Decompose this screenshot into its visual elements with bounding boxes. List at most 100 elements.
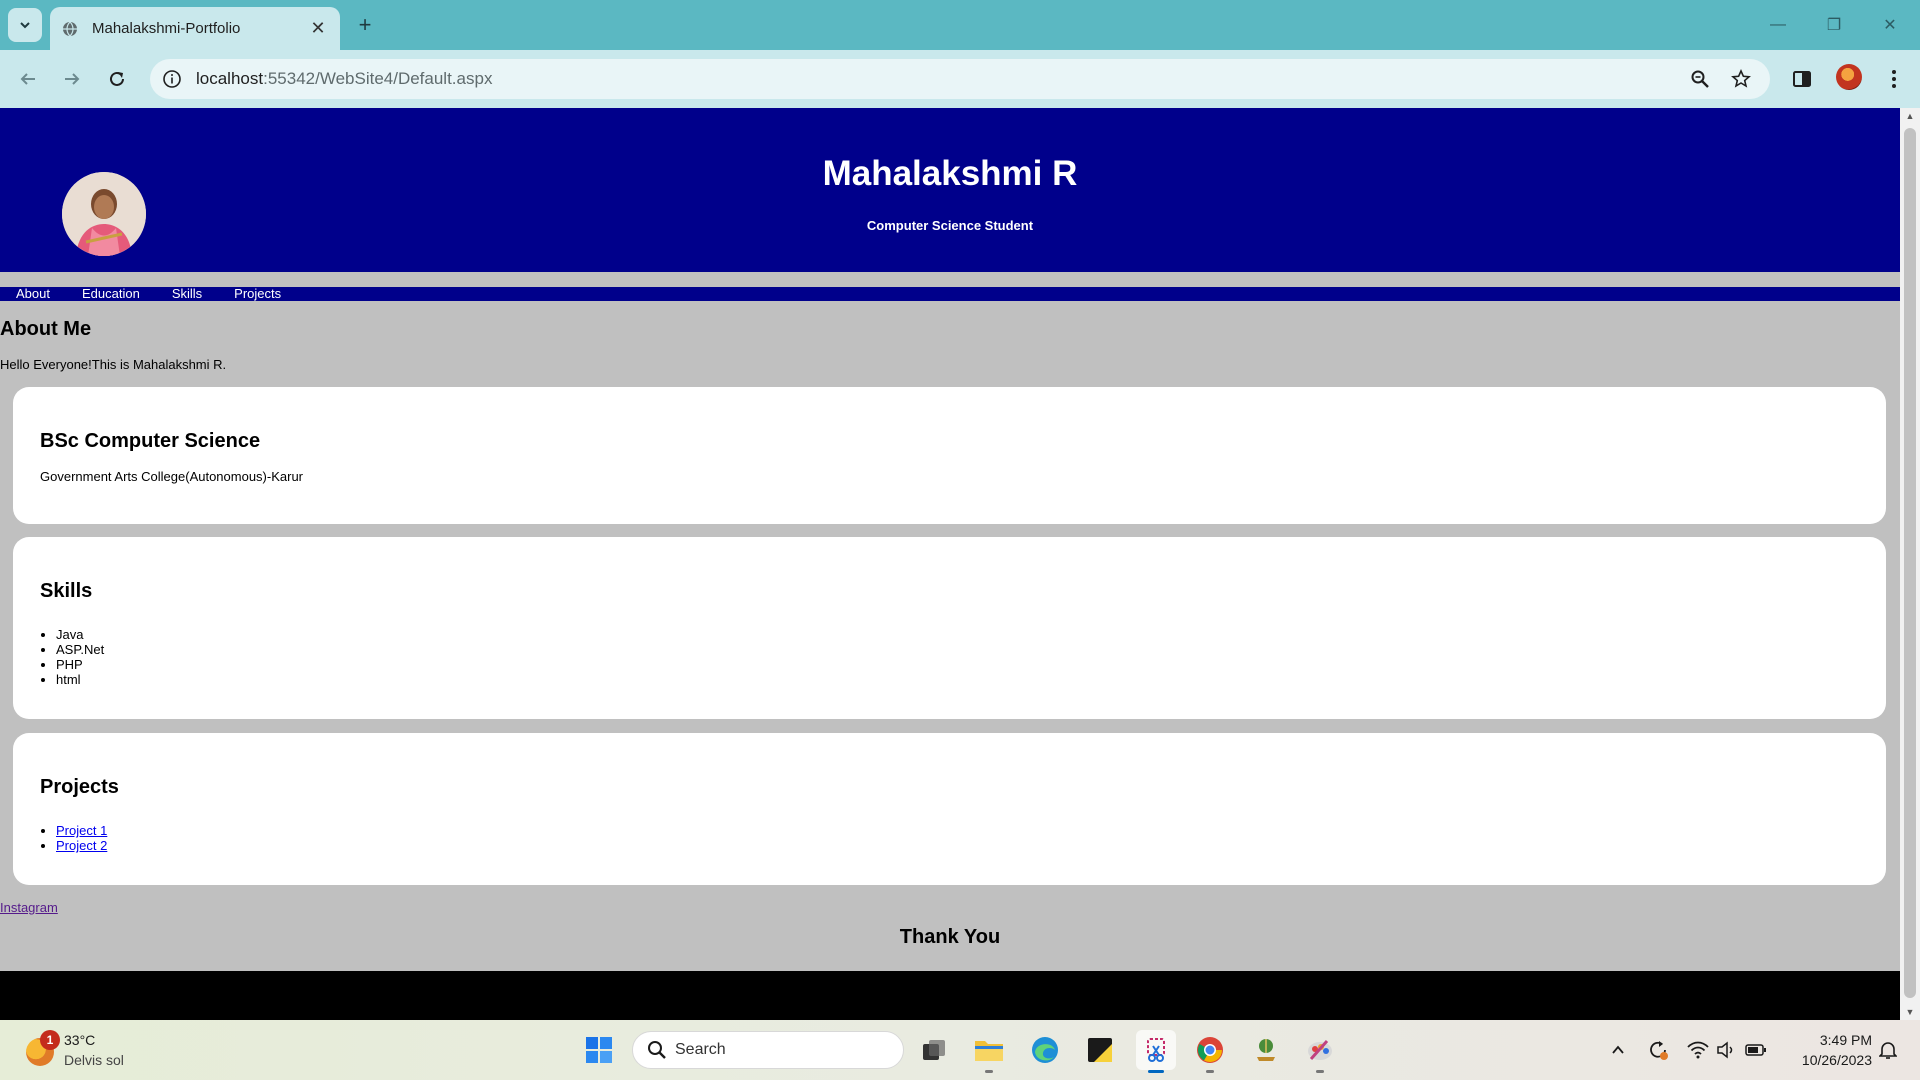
site-footer	[0, 971, 1900, 1020]
menu-icon[interactable]	[1878, 63, 1910, 95]
task-view-icon	[923, 1040, 945, 1060]
emblem-icon	[1257, 1039, 1275, 1061]
snipping-tool-icon	[1147, 1038, 1165, 1062]
taskbar-file-explorer[interactable]	[969, 1030, 1009, 1073]
globe-icon	[62, 21, 78, 37]
profile-avatar[interactable]	[1836, 64, 1862, 90]
list-item: Java	[56, 627, 104, 642]
education-heading: BSc Computer Science	[40, 430, 261, 452]
notification-badge: 1	[40, 1030, 60, 1050]
running-indicator	[1206, 1070, 1214, 1073]
about-heading: About Me	[0, 318, 92, 340]
search-label: Search	[675, 1041, 726, 1058]
about-text: Hello Everyone!This is Mahalakshmi R.	[0, 357, 227, 372]
url-text: localhost:55342/WebSite4/Default.aspx	[196, 69, 492, 89]
url-host: localhost	[196, 69, 264, 88]
url-path: :55342/WebSite4/Default.aspx	[263, 69, 493, 88]
running-indicator	[985, 1070, 993, 1073]
tab-strip: Mahalakshmi-Portfolio ✕ + — ❐ ✕	[0, 0, 1920, 50]
nav-link-projects[interactable]: Projects	[218, 287, 297, 301]
skills-list: Java ASP.Net PHP html	[56, 627, 104, 687]
project-1-link[interactable]: Project 1	[56, 823, 107, 838]
taskbar-sticky-notes[interactable]	[1080, 1030, 1120, 1070]
scroll-down-icon[interactable]: ▼	[1900, 1004, 1920, 1020]
projects-heading: Projects	[40, 776, 119, 798]
side-panel-icon[interactable]	[1786, 63, 1818, 95]
windows-icon	[586, 1037, 612, 1063]
zoom-icon[interactable]	[1688, 67, 1712, 91]
list-item: Project 1	[56, 823, 107, 838]
bookmark-star-icon[interactable]	[1729, 67, 1753, 91]
taskbar-snipping-tool[interactable]	[1136, 1030, 1176, 1073]
notification-bell-icon[interactable]	[1876, 1038, 1900, 1062]
battery-icon[interactable]	[1744, 1038, 1768, 1062]
browser-tab[interactable]: Mahalakshmi-Portfolio ✕	[50, 7, 340, 50]
taskbar: 1 33°C Delvis sol Search 3:49 PM 10/26/2…	[0, 1020, 1920, 1080]
scroll-thumb[interactable]	[1904, 128, 1916, 998]
site-title: Mahalakshmi R	[822, 154, 1078, 193]
sticky-notes-icon	[1088, 1038, 1112, 1062]
running-indicator	[1148, 1070, 1164, 1073]
nav-link-education[interactable]: Education	[66, 287, 156, 301]
taskbar-app-emblem[interactable]	[1246, 1030, 1286, 1070]
project-2-link[interactable]: Project 2	[56, 838, 107, 853]
weather-temperature: 33°C	[64, 1032, 96, 1048]
list-item: ASP.Net	[56, 642, 104, 657]
wifi-icon[interactable]	[1686, 1038, 1710, 1062]
clock-time: 3:49 PM	[1819, 1032, 1872, 1048]
arrow-left-icon	[20, 73, 35, 85]
running-indicator	[1316, 1070, 1324, 1073]
folder-icon	[975, 1041, 1003, 1061]
sync-icon[interactable]	[1646, 1038, 1670, 1062]
instagram-link[interactable]: Instagram	[0, 900, 58, 915]
projects-list: Project 1 Project 2	[56, 823, 107, 853]
minimize-button[interactable]: —	[1750, 0, 1806, 50]
taskbar-chrome[interactable]	[1190, 1030, 1230, 1073]
site-nav: About Education Skills Projects	[0, 287, 1900, 301]
reload-icon	[110, 71, 124, 86]
tray-overflow-icon[interactable]	[1606, 1038, 1630, 1062]
site-info-icon[interactable]	[162, 69, 182, 89]
list-item: Project 2	[56, 838, 107, 853]
taskbar-clock[interactable]: 3:49 PM 10/26/2023	[1782, 1030, 1872, 1070]
projects-card: Projects Project 1 Project 2	[13, 733, 1886, 885]
tab-search-button[interactable]	[8, 8, 42, 42]
taskbar-app-paint[interactable]	[1300, 1030, 1340, 1073]
clock-date: 10/26/2023	[1801, 1052, 1872, 1068]
search-icon	[648, 1041, 666, 1059]
education-card: BSc Computer Science Government Arts Col…	[13, 387, 1886, 524]
weather-widget[interactable]: 1 33°C Delvis sol	[22, 1030, 162, 1072]
nav-link-skills[interactable]: Skills	[156, 287, 218, 301]
site-header: Mahalakshmi R Computer Science Student	[0, 108, 1900, 272]
restore-button[interactable]: ❐	[1806, 0, 1862, 50]
start-button[interactable]	[579, 1030, 619, 1070]
weather-condition: Delvis sol	[64, 1052, 124, 1068]
address-bar[interactable]: localhost:55342/WebSite4/Default.aspx	[150, 59, 1770, 99]
nav-link-about[interactable]: About	[0, 287, 66, 301]
taskbar-search[interactable]: Search	[632, 1031, 904, 1069]
page-scrollbar[interactable]: ▲ ▼	[1900, 108, 1920, 1020]
new-tab-button[interactable]: +	[352, 12, 378, 38]
page-viewport: Mahalakshmi R Computer Science Student A…	[0, 108, 1900, 1020]
education-college: Government Arts College(Autonomous)-Karu…	[40, 469, 304, 484]
scroll-up-icon[interactable]: ▲	[1900, 108, 1920, 124]
browser-toolbar: localhost:55342/WebSite4/Default.aspx	[0, 50, 1920, 108]
taskbar-edge[interactable]	[1025, 1030, 1065, 1070]
skills-heading: Skills	[40, 580, 93, 602]
back-button[interactable]	[12, 63, 44, 95]
skills-card: Skills Java ASP.Net PHP html	[13, 537, 1886, 719]
forward-button[interactable]	[56, 63, 88, 95]
edge-icon	[1032, 1037, 1058, 1063]
list-item: html	[56, 672, 104, 687]
chrome-icon	[1197, 1037, 1223, 1063]
thank-you-text: Thank You	[899, 926, 1001, 948]
palette-icon	[1308, 1040, 1332, 1060]
tab-close-icon[interactable]: ✕	[308, 18, 328, 39]
close-window-button[interactable]: ✕	[1862, 0, 1918, 50]
chevron-down-icon	[20, 22, 30, 29]
task-view-button[interactable]	[914, 1030, 954, 1070]
site-subtitle: Computer Science Student	[866, 218, 1034, 233]
tab-title: Mahalakshmi-Portfolio	[92, 20, 241, 37]
volume-icon[interactable]	[1714, 1038, 1738, 1062]
reload-button[interactable]	[101, 63, 133, 95]
